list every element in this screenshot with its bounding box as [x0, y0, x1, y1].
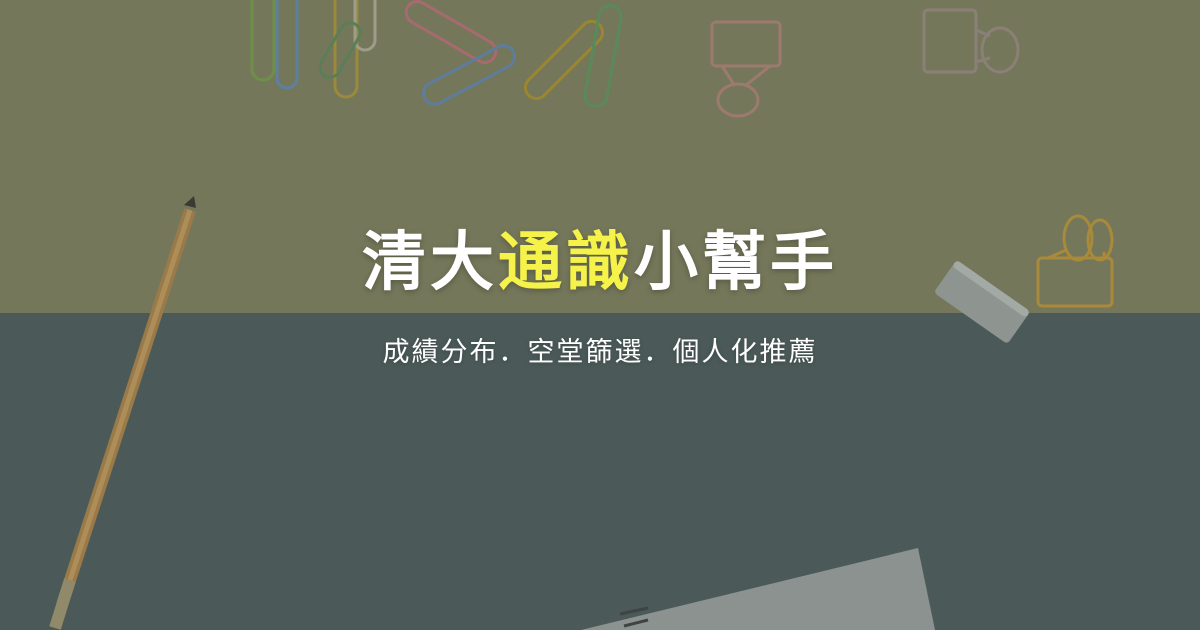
title-part-2: 小幫手 — [634, 225, 838, 300]
page-subtitle: 成績分布．空堂篩選．個人化推薦 — [382, 336, 818, 368]
title-part-1: 清大 — [362, 225, 498, 300]
title-highlight: 通識 — [498, 225, 634, 300]
hero-text-block: 清大通識小幫手 成績分布．空堂篩選．個人化推薦 — [0, 0, 1200, 630]
page-title: 清大通識小幫手 — [362, 231, 838, 295]
